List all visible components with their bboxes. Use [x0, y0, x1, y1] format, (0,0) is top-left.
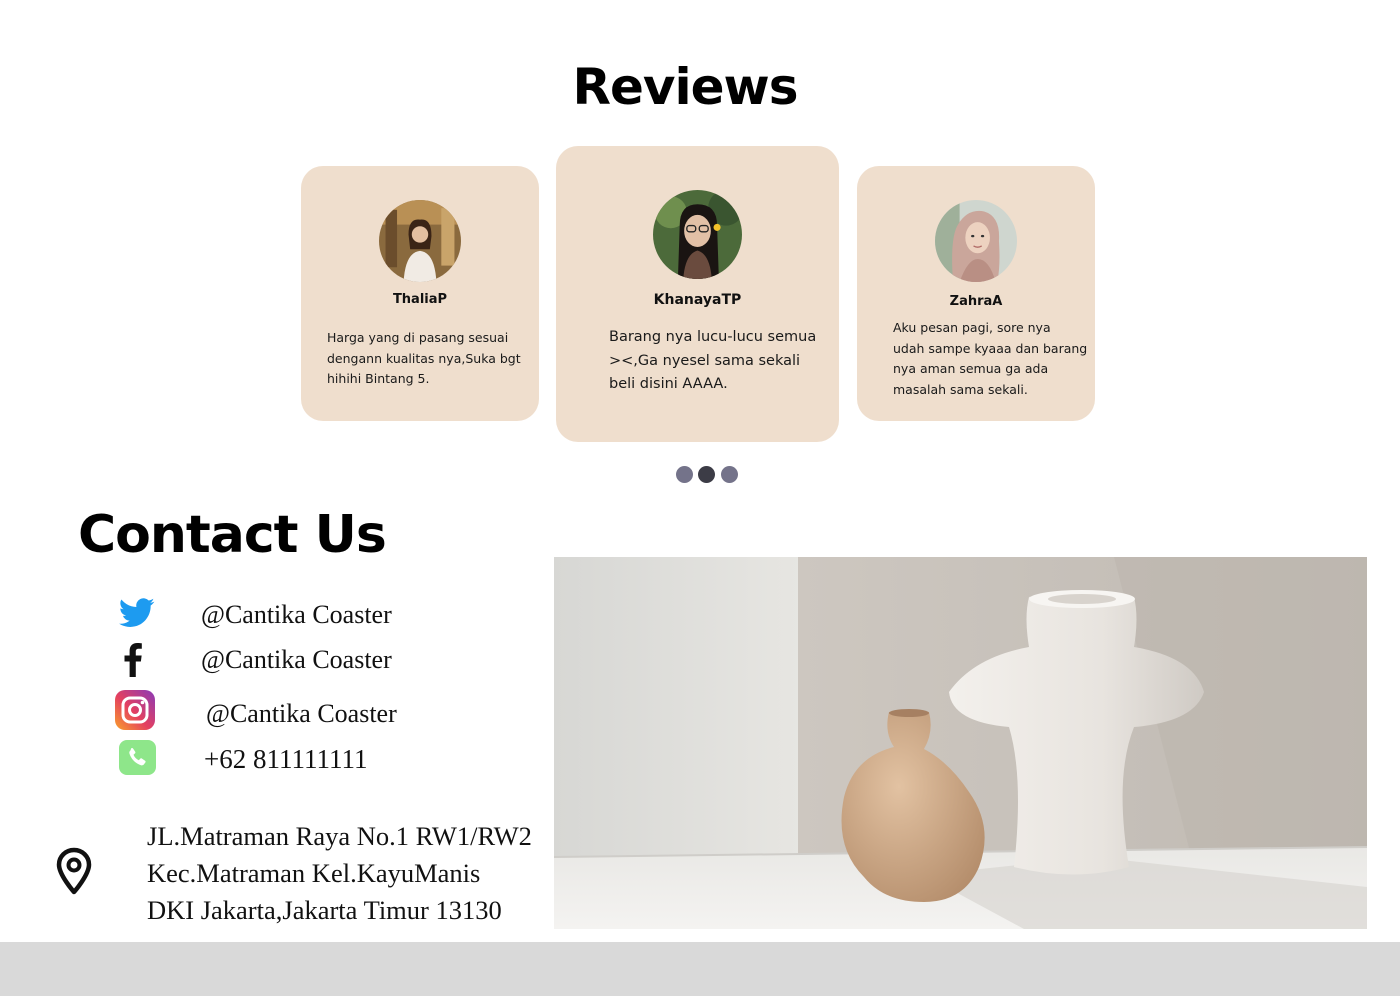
- vase-photo: [554, 557, 1367, 929]
- instagram-icon[interactable]: [115, 690, 155, 730]
- address: JL.Matraman Raya No.1 RW1/RW2 Kec.Matram…: [147, 818, 532, 929]
- reviewer-name: ThaliaP: [392, 292, 448, 307]
- phone-number[interactable]: +62 811111111: [204, 744, 367, 775]
- address-line-2: Kec.Matraman Kel.KayuManis: [147, 858, 481, 888]
- address-line-3: DKI Jakarta,Jakarta Timur 13130: [147, 895, 502, 925]
- carousel-dot[interactable]: [676, 466, 693, 483]
- address-line-1: JL.Matraman Raya No.1 RW1/RW2: [147, 821, 532, 851]
- review-text: Aku pesan pagi, sore nya udah sampe kyaa…: [893, 320, 1088, 397]
- review-text: Barang nya lucu-lucu semua ><,Ga nyesel …: [609, 329, 817, 392]
- reviewer-avatar: [653, 190, 742, 279]
- phone-icon[interactable]: [119, 740, 156, 775]
- twitter-handle[interactable]: @Cantika Coaster: [201, 600, 392, 630]
- carousel-dot[interactable]: [721, 466, 738, 483]
- twitter-icon[interactable]: [119, 597, 155, 629]
- carousel-dot-active[interactable]: [698, 466, 715, 483]
- reviewer-name: ZahraA: [949, 294, 1003, 309]
- review-card: ZahraA Aku pesan pagi, sore nya udah sam…: [857, 166, 1095, 421]
- reviewer-avatar: [935, 200, 1017, 282]
- map-pin-icon: [55, 847, 93, 895]
- instagram-handle[interactable]: @Cantika Coaster: [206, 699, 397, 729]
- facebook-handle[interactable]: @Cantika Coaster: [201, 645, 392, 675]
- contact-heading: Contact Us: [78, 505, 387, 565]
- review-text: Harga yang di pasang sesuai dengann kual…: [327, 330, 521, 386]
- facebook-icon[interactable]: [122, 643, 144, 677]
- reviewer-name: KhanayaTP: [653, 292, 742, 308]
- review-card: KhanayaTP Barang nya lucu-lucu semua ><,…: [556, 146, 839, 442]
- reviews-heading: Reviews: [572, 58, 798, 116]
- reviewer-avatar: [379, 200, 461, 282]
- footer-bar: [0, 942, 1400, 996]
- review-card: ThaliaP Harga yang di pasang sesuai deng…: [301, 166, 539, 421]
